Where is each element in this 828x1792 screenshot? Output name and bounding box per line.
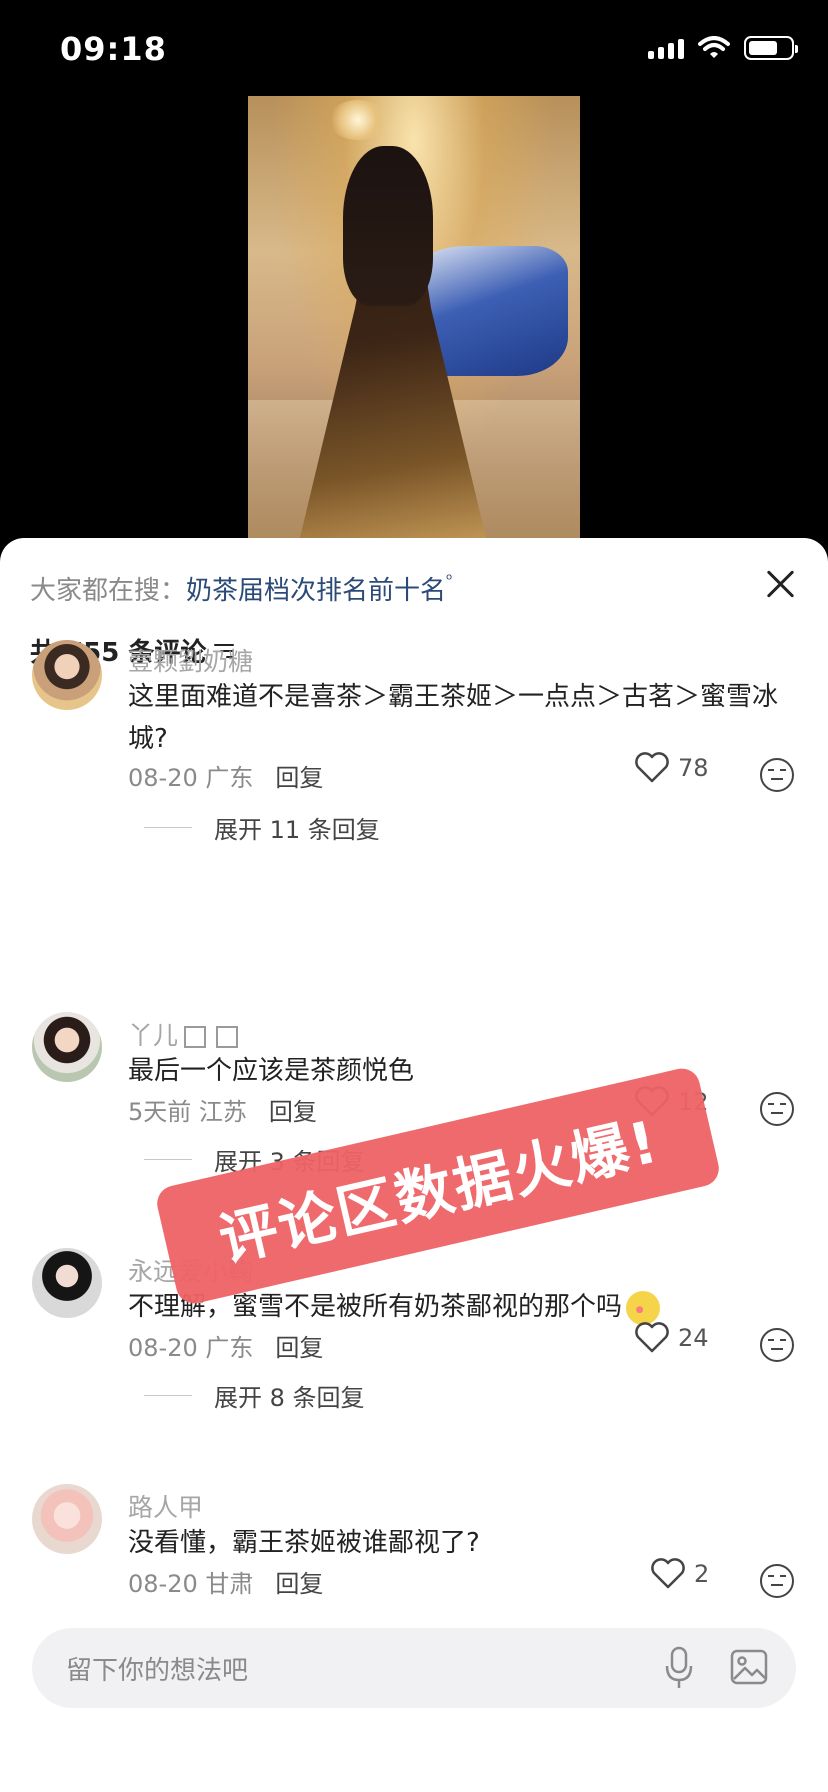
username[interactable]: 壹颗劉奶糖: [128, 642, 253, 678]
comment-location: 江苏: [198, 1098, 247, 1126]
status-bar: 09:18: [0, 0, 828, 96]
search-hint-label: 大家都在搜：: [30, 576, 187, 606]
comment-text: 这里面难道不是喜茶＞霸王茶姬＞一点点＞古茗＞蜜雪冰城?: [128, 682, 779, 754]
like-button[interactable]: 78: [634, 752, 709, 784]
avatar[interactable]: [32, 1484, 102, 1554]
comment-location: 甘肃: [205, 1570, 254, 1598]
expand-replies[interactable]: 展开 11 条回复: [144, 810, 380, 845]
comment-meta: 08-20 广东 回复: [128, 1328, 323, 1363]
search-hint[interactable]: 大家都在搜：奶茶届档次排名前十名ᵒ: [30, 570, 453, 607]
comment-input-placeholder[interactable]: 留下你的想法吧: [66, 1650, 248, 1687]
reply-button[interactable]: 回复: [269, 1092, 317, 1127]
status-icons: [648, 36, 798, 60]
chandelier: [328, 100, 388, 140]
reply-button[interactable]: 回复: [275, 1564, 323, 1599]
emoji-icon[interactable]: [760, 758, 794, 792]
emoji-icon[interactable]: [760, 1328, 794, 1362]
emoji-icon[interactable]: [760, 1092, 794, 1126]
username[interactable]: 丫儿: [128, 1016, 239, 1052]
comment-meta: 08-20 广东 回复: [128, 758, 323, 793]
username[interactable]: 路人甲: [128, 1488, 203, 1524]
status-time: 09:18: [60, 30, 167, 68]
figure-hair: [343, 146, 433, 306]
search-hint-query[interactable]: 奶茶届档次排名前十名: [186, 576, 446, 606]
mic-icon[interactable]: [664, 1646, 694, 1690]
expand-replies-text: 展开 8 条回复: [214, 1384, 365, 1412]
avatar[interactable]: [32, 1248, 102, 1318]
battery-icon: [744, 36, 798, 60]
comment-input-bar[interactable]: 留下你的想法吧: [32, 1628, 796, 1708]
image-icon[interactable]: [730, 1648, 768, 1686]
pear-emoji-icon: [626, 1290, 661, 1325]
like-button[interactable]: 2: [650, 1558, 709, 1590]
comment-date: 08-20: [128, 1334, 198, 1362]
reply-button[interactable]: 回复: [275, 1328, 323, 1363]
like-count: 78: [678, 754, 709, 782]
expand-replies[interactable]: 展开 8 条回复: [144, 1378, 365, 1413]
comment-date: 08-20: [128, 1570, 198, 1598]
signal-icon: [648, 37, 684, 59]
search-icon: ᵒ: [446, 570, 453, 589]
heart-icon: [635, 752, 669, 783]
comment-location: 广东: [205, 1334, 254, 1362]
comment-location: 广东: [205, 764, 254, 792]
like-button[interactable]: 24: [634, 1322, 709, 1354]
comment-meta: 08-20 甘肃 回复: [128, 1564, 323, 1599]
comment-date: 5天前: [128, 1098, 192, 1126]
expand-replies-text: 展开 11 条回复: [214, 816, 380, 844]
like-count: 24: [678, 1324, 709, 1352]
heart-icon: [635, 1322, 669, 1353]
wifi-icon: [698, 36, 730, 58]
comment-meta: 5天前 江苏 回复: [128, 1092, 317, 1127]
reply-button[interactable]: 回复: [275, 758, 323, 793]
close-button[interactable]: [762, 566, 798, 602]
like-count: 2: [694, 1560, 710, 1588]
heart-icon: [651, 1558, 685, 1589]
video-preview[interactable]: [248, 96, 580, 540]
comment-date: 08-20: [128, 764, 198, 792]
avatar[interactable]: [32, 640, 102, 710]
avatar[interactable]: [32, 1012, 102, 1082]
emoji-icon[interactable]: [760, 1564, 794, 1598]
